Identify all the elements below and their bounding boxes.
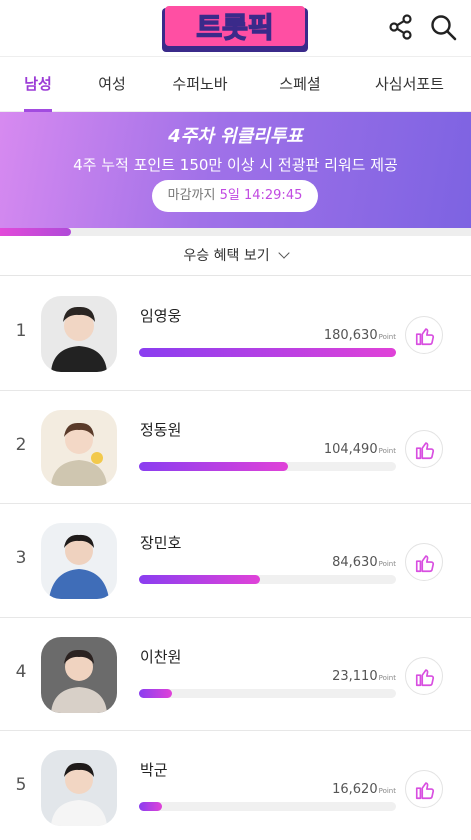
thumbs-up-icon (415, 328, 435, 346)
point-count: 180,630Point (323, 328, 396, 343)
rank-number: 1 (15, 321, 27, 341)
vote-button[interactable] (405, 770, 443, 808)
point-bar (139, 575, 396, 584)
point-bar-fill (139, 575, 260, 584)
chevron-down-icon (277, 247, 290, 259)
thumbs-up-icon (415, 555, 435, 573)
avatar[interactable] (41, 523, 117, 599)
rank-number: 4 (15, 661, 27, 682)
point-count: 104,490Point (323, 441, 396, 457)
vote-button[interactable] (405, 429, 443, 468)
point-bar-fill (139, 348, 396, 357)
winner-benefit-toggle[interactable]: 우승 혜택 보기 (0, 236, 471, 276)
point-count: 16,620Point (332, 782, 396, 797)
point-count: 23,110Point (332, 668, 396, 684)
deadline-countdown: 마감까지 5일 14:29:45 (152, 180, 318, 212)
benefit-label: 우승 혜택 보기 (183, 248, 270, 264)
tab-female[interactable]: 여성 (76, 57, 148, 112)
share-icon[interactable] (386, 12, 416, 42)
point-bar (139, 802, 396, 811)
deadline-time: 5일 14:29:45 (219, 188, 303, 203)
singer-name: 이찬원 (140, 647, 182, 666)
point-bar (139, 688, 396, 698)
point-bar-fill (139, 688, 173, 698)
deadline-label: 마감까지 (167, 188, 216, 203)
thumbs-up-icon (415, 782, 435, 800)
vote-button[interactable] (405, 656, 443, 695)
thumbs-up-icon (415, 668, 435, 686)
banner-subtitle: 4주 누적 포인트 150만 이상 시 전광판 리워드 제공 (73, 156, 398, 174)
ranking-row: 1 임영웅 180,630Point (0, 277, 471, 391)
vote-progress-fill (0, 228, 71, 236)
singer-name: 정동원 (140, 420, 182, 439)
app-header: 트롯픽 (0, 0, 471, 56)
search-icon[interactable] (428, 12, 458, 42)
point-bar-fill (139, 461, 289, 471)
avatar[interactable] (41, 750, 117, 826)
point-bar (139, 348, 396, 357)
point-count: 84,630Point (332, 555, 396, 570)
tab-male[interactable]: 남성 (0, 57, 76, 112)
logo-text: 트롯픽 (196, 11, 273, 44)
thumbs-up-icon (415, 441, 435, 459)
tab-fan-support[interactable]: 사심서포트 (348, 57, 471, 112)
tab-special[interactable]: 스페셜 (252, 57, 348, 112)
banner-title: 4주차 위클리투표 (168, 126, 303, 147)
ranking-list: 1 임영웅 180,630Point 2 정동원 104,490Point 3 … (0, 277, 471, 840)
ranking-row: 4 이찬원 23,110Point (0, 618, 471, 731)
rank-number: 2 (15, 434, 27, 455)
singer-name: 임영웅 (140, 307, 182, 325)
ranking-row: 2 정동원 104,490Point (0, 391, 471, 504)
ranking-row: 3 장민호 84,630Point (0, 504, 471, 618)
app-logo[interactable]: 트롯픽 (162, 6, 308, 52)
avatar[interactable] (41, 636, 117, 713)
vote-button[interactable] (405, 543, 443, 581)
point-bar-fill (139, 802, 163, 811)
point-bar (139, 461, 396, 471)
avatar[interactable] (41, 409, 117, 486)
singer-name: 박군 (140, 761, 168, 779)
vote-button[interactable] (405, 316, 443, 354)
tab-supernova[interactable]: 수퍼노바 (148, 57, 252, 112)
category-tabs: 남성 여성 수퍼노바 스페셜 사심서포트 (0, 56, 471, 112)
ranking-row: 5 박군 16,620Point (0, 731, 471, 840)
weekly-vote-banner: 4주차 위클리투표 4주 누적 포인트 150만 이상 시 전광판 리워드 제공… (0, 112, 471, 228)
rank-number: 3 (15, 548, 27, 568)
avatar[interactable] (41, 296, 117, 372)
singer-name: 장민호 (140, 534, 182, 552)
vote-progress-bar (0, 228, 471, 236)
rank-number: 5 (15, 775, 27, 795)
